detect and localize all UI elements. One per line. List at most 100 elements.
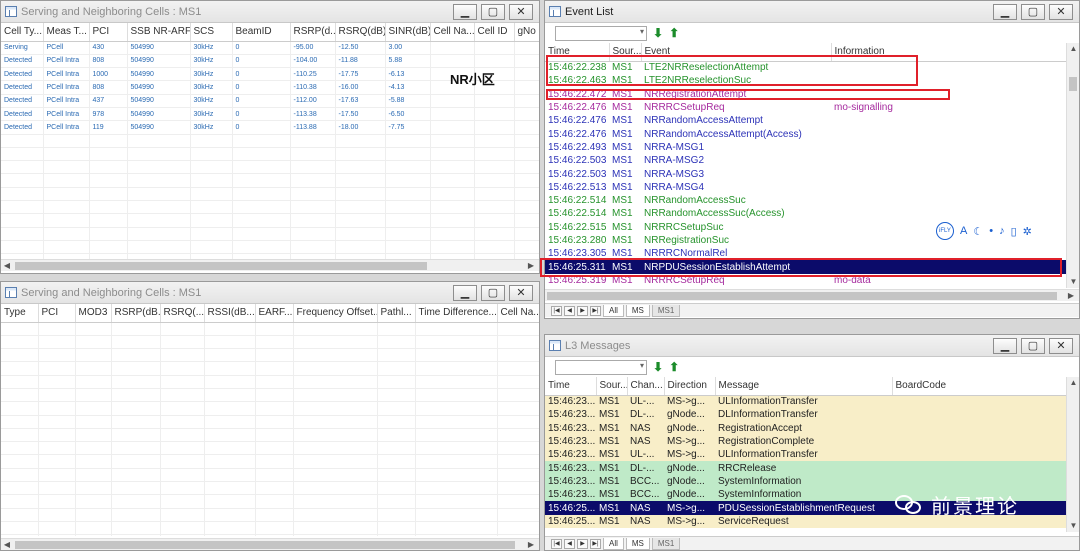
event-row[interactable]: 15:46:22.503 MS1 NRRA-MSG3 [545,167,1066,180]
l3-filter-select[interactable] [555,359,647,375]
table-row[interactable]: Detected PCell Intra 978 504990 30kHz 0 -113.3… [1,107,539,122]
event-row[interactable]: 15:46:25.311 MS1 NRPDUSessionEstablishAtte… [545,260,1066,274]
scroll-down-icon[interactable]: ▼ [1067,276,1079,288]
event-row[interactable]: 15:46:22.514 MS1 NRRandomAccessSuc [545,194,1066,207]
column-header[interactable]: Time [545,377,597,396]
last-icon[interactable]: ▶| [590,538,601,549]
scroll-thumb[interactable] [547,292,1057,300]
close-icon[interactable]: ✕ [509,3,533,20]
column-header[interactable]: Cell ID [474,23,515,42]
column-header[interactable]: PCI [89,23,128,42]
column-header[interactable]: MOD3 [75,304,112,323]
punctuation-icon[interactable]: • [989,225,993,237]
close-icon[interactable]: ✕ [1049,3,1073,20]
column-header[interactable]: RSRP(dB... [111,304,161,323]
column-header[interactable]: Cell Na... [430,23,475,42]
column-header[interactable]: Event [641,43,832,62]
event-row[interactable]: 15:46:22.493 MS1 NRRA-MSG1 [545,141,1066,154]
last-icon[interactable]: ▶| [590,305,601,316]
column-header[interactable]: Time Difference... [415,304,498,323]
moon-icon[interactable]: ☾ [973,225,983,238]
microphone-icon[interactable]: ♪ [999,225,1005,237]
event-row[interactable]: 15:46:22.238 MS1 LTE2NRReselectionAttempt [545,61,1066,74]
minimize-icon[interactable]: ▁ [453,3,477,20]
next-icon[interactable]: ▶ [577,305,588,316]
tab-all[interactable]: All [603,537,624,550]
column-header[interactable]: SINR(dB) [385,23,431,42]
tab-all[interactable]: All [603,304,624,317]
column-header[interactable]: RSSI(dB... [204,304,256,323]
column-header[interactable]: Sour... [609,43,642,62]
column-header[interactable]: Meas T... [43,23,90,42]
table-row[interactable]: Serving PCell 430 504990 30kHz 0 -95.00 -12.50 3… [1,41,539,55]
column-header[interactable]: SSB NR-ARF... [127,23,191,42]
prev-icon[interactable]: ◀ [564,305,575,316]
l3-row[interactable]: 15:46:23... MS1 DL-... gNode... RRCRelease [545,461,1066,475]
l3-row[interactable]: 15:46:23... MS1 BCC... gNode... SystemInform… [545,474,1066,489]
scroll-down-icon[interactable]: ▼ [1067,520,1079,532]
restore-icon[interactable]: ▢ [1021,3,1045,20]
event-row[interactable]: 15:46:22.472 MS1 NRRegistrationAttempt [545,88,1066,101]
column-header[interactable]: Type [1,304,39,323]
event-row[interactable]: 15:46:22.463 MS1 LTE2NRReselectionSuc [545,74,1066,87]
tab-ms1[interactable]: MS1 [651,537,681,550]
arrow-down-icon[interactable]: ⬇ [653,360,663,374]
scroll-right-icon[interactable]: ▶ [1065,290,1077,302]
tab-ms1[interactable]: MS1 [651,304,681,317]
ifly-logo-icon[interactable]: iFLY [936,222,954,240]
column-header[interactable]: Message [715,377,893,396]
scroll-up-icon[interactable]: ▲ [1067,43,1079,55]
restore-icon[interactable]: ▢ [1021,337,1045,354]
column-header[interactable]: SCS [190,23,233,42]
tab-ms[interactable]: MS [625,304,650,317]
scroll-thumb[interactable] [15,262,427,270]
column-header[interactable]: Cell Ty... [1,23,44,42]
scroll-right-icon[interactable]: ▶ [525,539,537,550]
event-row[interactable]: 15:46:22.513 MS1 NRRA-MSG4 [545,181,1066,194]
close-icon[interactable]: ✕ [1049,337,1073,354]
l3-row[interactable]: 15:46:23... MS1 UL-... MS->g... ULInformatio… [545,395,1066,409]
settings-icon[interactable]: ✲ [1023,225,1032,238]
event-row[interactable]: 15:46:22.476 MS1 NRRRCSetupReq mo-signallin… [545,101,1066,114]
scroll-left-icon[interactable]: ◀ [1,539,13,550]
next-icon[interactable]: ▶ [577,538,588,549]
first-icon[interactable]: |◀ [551,538,562,549]
column-header[interactable]: BoardCode [892,377,1066,396]
column-header[interactable]: Chan... [627,377,665,396]
event-row[interactable]: 15:46:22.476 MS1 NRRandomAccessAttempt(Acc… [545,127,1066,140]
tab-ms[interactable]: MS [625,537,650,550]
restore-icon[interactable]: ▢ [481,284,505,301]
l3-row[interactable]: 15:46:23... MS1 NAS gNode... RegistrationAcc… [545,421,1066,435]
horizontal-scrollbar[interactable]: ◀ ▶ [1,259,539,271]
scroll-thumb[interactable] [1069,77,1077,91]
prev-icon[interactable]: ◀ [564,538,575,549]
font-icon[interactable]: A [960,225,967,237]
table-row[interactable]: Detected PCell Intra 808 504990 30kHz 0 -104.0… [1,54,539,69]
column-header[interactable]: Time [545,43,610,62]
vertical-scrollbar[interactable]: ▲ ▼ [1066,43,1079,288]
column-header[interactable]: Sour... [596,377,628,396]
l3-row[interactable]: 15:46:23... MS1 UL-... MS->g... ULInformatio… [545,448,1066,462]
arrow-down-icon[interactable]: ⬇ [653,26,663,40]
minimize-icon[interactable]: ▁ [993,337,1017,354]
event-filter-select[interactable] [555,25,647,41]
event-row[interactable]: 15:46:22.503 MS1 NRRA-MSG2 [545,154,1066,167]
column-header[interactable]: PCI [38,304,76,323]
table-row[interactable]: Detected PCell Intra 437 504990 30kHz 0 -112.0… [1,94,539,108]
l3-row[interactable]: 15:46:23... MS1 NAS MS->g... RegistrationCom… [545,434,1066,449]
minimize-icon[interactable]: ▁ [453,284,477,301]
table-row[interactable]: Detected PCell Intra 119 504990 30kHz 0 -113.8… [1,120,539,135]
event-row[interactable]: 15:46:22.514 MS1 NRRandomAccessSuc(Access) [545,207,1066,220]
arrow-up-icon[interactable]: ⬆ [669,26,679,40]
column-header[interactable]: Cell Na... [497,304,539,323]
scroll-left-icon[interactable]: ◀ [1,260,13,272]
minimize-icon[interactable]: ▁ [993,3,1017,20]
column-header[interactable]: Pathl... [377,304,416,323]
close-icon[interactable]: ✕ [509,284,533,301]
horizontal-scrollbar[interactable]: ◀ ▶ [1,538,539,550]
horizontal-scrollbar[interactable]: ▶ [545,289,1079,301]
vertical-scrollbar[interactable]: ▲ ▼ [1066,377,1079,532]
first-icon[interactable]: |◀ [551,305,562,316]
column-header[interactable]: Direction [664,377,716,396]
keyboard-icon[interactable]: ▯ [1011,225,1017,238]
